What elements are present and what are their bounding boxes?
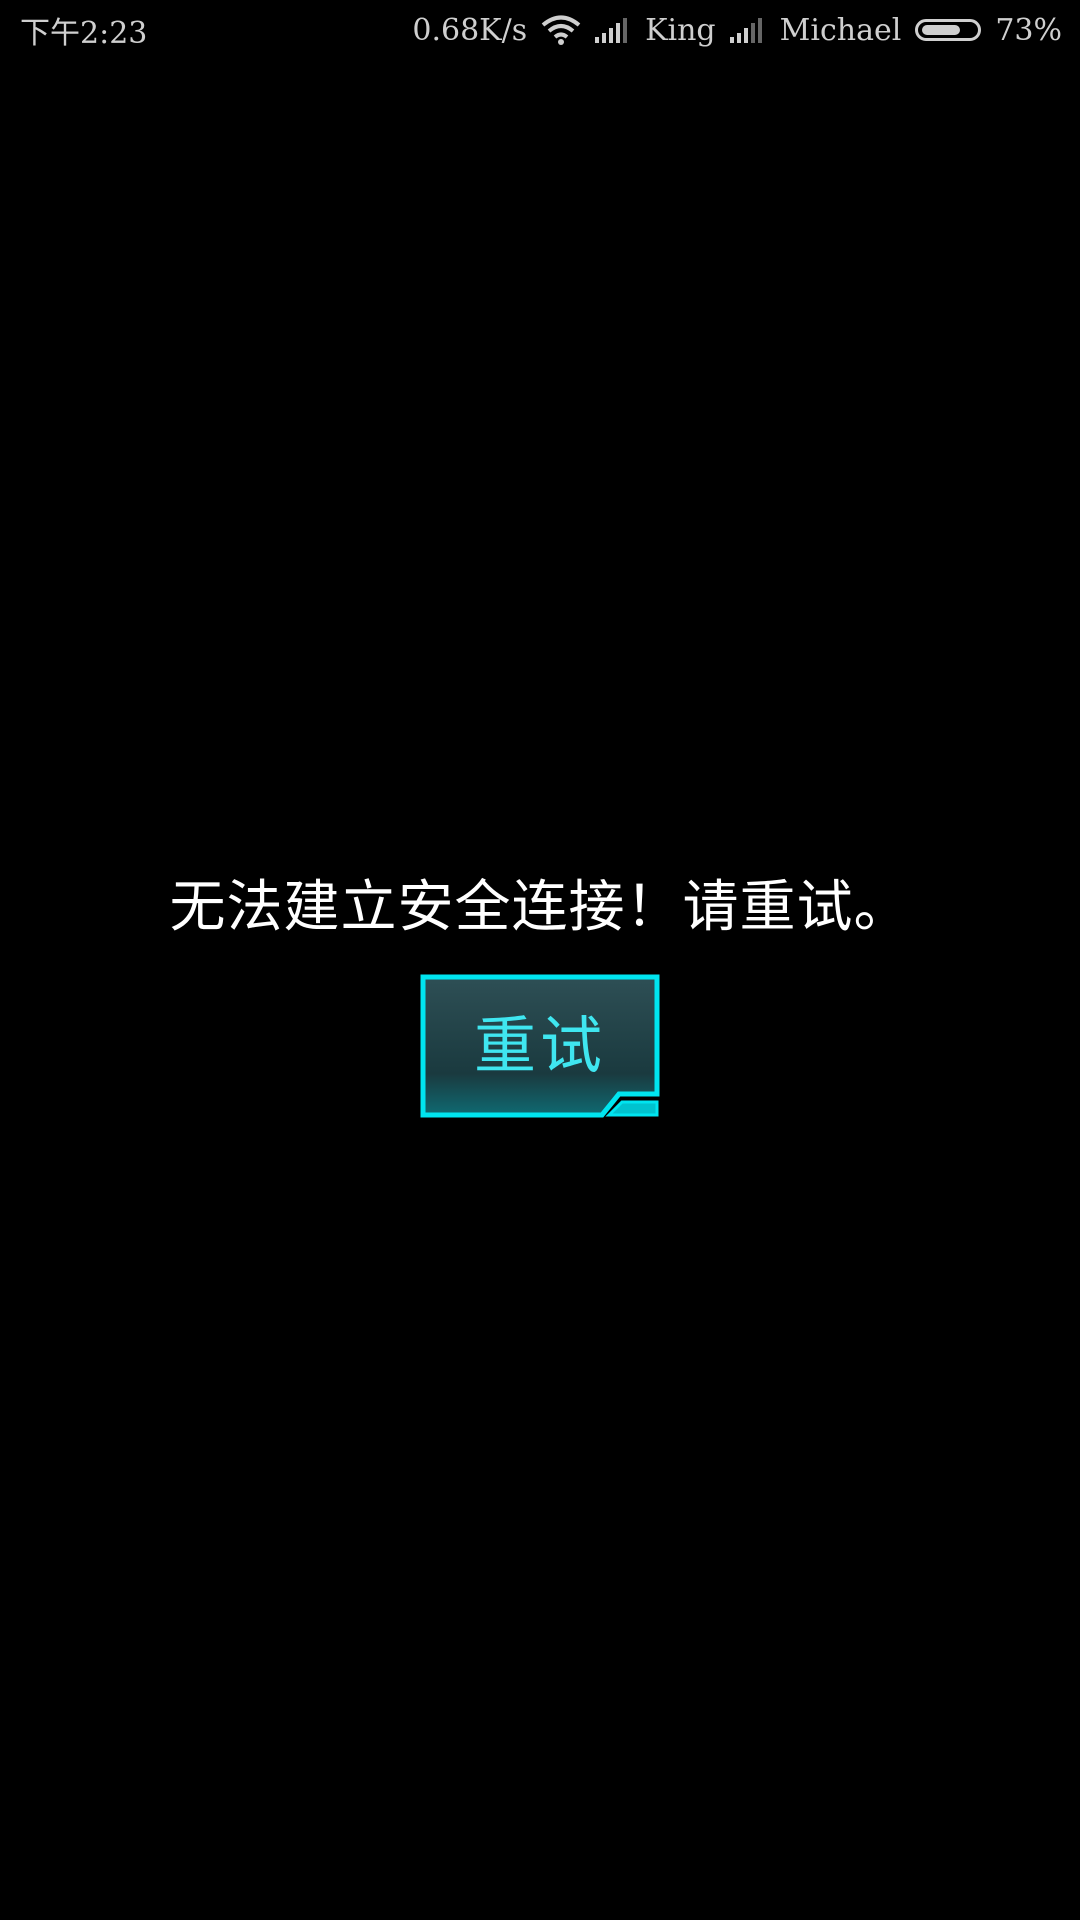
battery-icon	[915, 19, 982, 41]
carrier-name-1: King	[645, 12, 716, 48]
network-speed: 0.68K/s	[412, 12, 528, 48]
retry-button[interactable]: 重试	[420, 974, 660, 1118]
retry-button-label: 重试	[473, 1009, 606, 1082]
error-message: 无法建立安全连接！请重试。	[169, 875, 911, 940]
wifi-icon	[541, 14, 581, 46]
status-indicators: 0.68K/s King Michael 73%	[412, 10, 1062, 50]
status-time: 下午2:23	[20, 16, 148, 51]
signal-icon	[729, 17, 766, 43]
signal-icon	[595, 17, 631, 43]
battery-level-fill	[922, 25, 961, 35]
status-bar: 下午2:23 0.68K/s King Michael 73%	[0, 0, 1080, 60]
battery-percent: 73%	[995, 12, 1062, 48]
carrier-name-2: Michael	[779, 12, 902, 48]
